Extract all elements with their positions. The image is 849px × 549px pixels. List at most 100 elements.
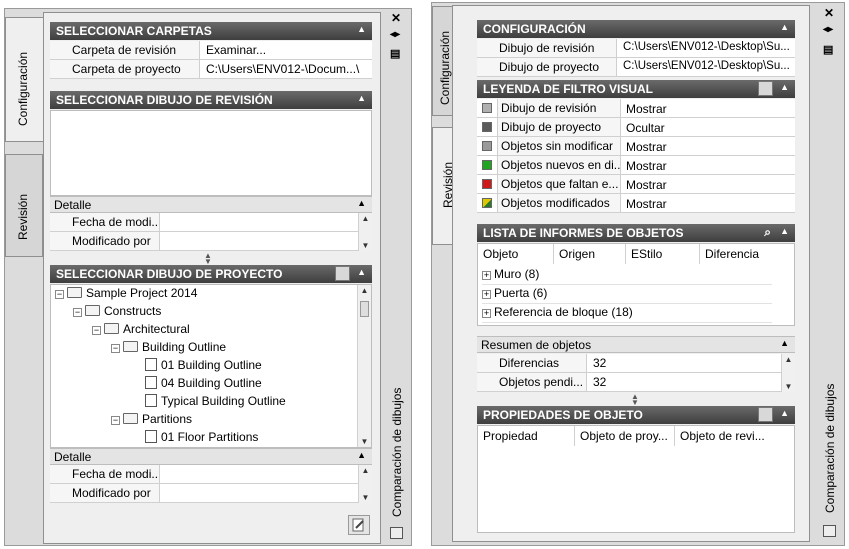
tree-node[interactable]: Typical Building Outline xyxy=(145,394,286,412)
tab-revision-left[interactable]: Revisión xyxy=(5,154,43,257)
collapse-icon[interactable]: ▲ xyxy=(780,338,789,348)
select-folders-section: SELECCIONAR CARPETAS ▲ Carpeta de revisi… xyxy=(50,22,372,82)
collapse-node-icon[interactable]: − xyxy=(55,290,64,299)
column-header-style[interactable]: EStilo xyxy=(626,244,700,264)
collapse-node-icon[interactable]: − xyxy=(111,416,120,425)
collapse-node-icon[interactable]: − xyxy=(73,308,82,317)
tree-node[interactable]: 04 Building Outline xyxy=(145,376,262,394)
legend-row-missing-objects[interactable]: Objetos que faltan e... Mostrar xyxy=(477,175,795,194)
visual-filter-legend-section: LEYENDA DE FILTRO VISUAL ▲ Dibujo de rev… xyxy=(477,80,795,220)
filter-icon[interactable] xyxy=(335,266,350,281)
expand-node-icon[interactable]: + xyxy=(482,309,491,318)
compare-icon[interactable] xyxy=(348,515,370,535)
project-tree[interactable]: − Sample Project 2014 − Constructs − Archit… xyxy=(50,284,372,448)
column-header-revision-object[interactable]: Objeto de revi... xyxy=(675,426,793,446)
detail-subheader[interactable]: Detalle ▲ xyxy=(50,196,372,213)
collapse-icon[interactable]: ▲ xyxy=(357,198,366,208)
properties-menu-icon[interactable]: ▤ xyxy=(823,43,833,56)
zoom-icon[interactable]: ⌕ xyxy=(764,225,771,240)
collapse-icon[interactable]: ▲ xyxy=(357,93,366,103)
tree-node[interactable]: − Constructs xyxy=(73,304,161,322)
legend-row-unmodified[interactable]: Objetos sin modificar Mostrar xyxy=(477,137,795,156)
scroll-down-icon[interactable]: ▼ xyxy=(782,382,795,391)
column-header-origin[interactable]: Origen xyxy=(554,244,626,264)
close-icon[interactable]: ✕ xyxy=(391,11,401,25)
auto-hide-icon[interactable]: ◂▸ xyxy=(823,24,833,35)
collapse-icon[interactable]: ▲ xyxy=(357,24,366,34)
splitter-grip-icon[interactable]: ▲ ▼ xyxy=(204,252,212,266)
drawing-file-icon xyxy=(145,376,157,389)
object-properties-table: Propiedad Objeto de proy... Objeto de re… xyxy=(477,425,795,533)
collapse-node-icon[interactable]: − xyxy=(92,326,101,335)
palette-title: Comparación de dibujos xyxy=(823,383,837,513)
property-row-modified-by[interactable]: Modificado por xyxy=(50,232,358,251)
column-header-property[interactable]: Propiedad xyxy=(478,426,575,446)
expand-node-icon[interactable]: + xyxy=(482,290,491,299)
collapse-icon[interactable]: ▲ xyxy=(780,226,789,236)
tab-configuracion-left[interactable]: Configuración xyxy=(5,17,45,142)
expand-node-icon[interactable]: + xyxy=(482,271,491,280)
legend-settings-icon[interactable] xyxy=(758,81,773,96)
tree-node[interactable]: − Partitions xyxy=(111,412,192,430)
collapse-icon[interactable]: ▲ xyxy=(780,408,789,418)
object-properties-header[interactable]: PROPIEDADES DE OBJETO ▲ xyxy=(477,406,795,424)
tree-scrollbar[interactable]: ▲ ▼ xyxy=(357,285,371,447)
property-row-modified-by[interactable]: Modificado por xyxy=(50,484,358,503)
scroll-down-icon[interactable]: ▼ xyxy=(359,241,372,250)
object-report-header[interactable]: LISTA DE INFORMES DE OBJETOS ⌕ ▲ xyxy=(477,224,795,242)
property-row-modified-date[interactable]: Fecha de modi... xyxy=(50,465,358,484)
collapse-node-icon[interactable]: − xyxy=(111,344,120,353)
collapse-icon[interactable]: ▲ xyxy=(357,450,366,460)
summary-subheader[interactable]: Resumen de objetos ▲ xyxy=(477,336,795,353)
left-palette-title-strip[interactable]: ✕ ◂▸ ▤ Comparación de dibujos xyxy=(384,9,411,545)
column-header-project-object[interactable]: Objeto de proy... xyxy=(575,426,675,446)
scroll-up-icon[interactable]: ▲ xyxy=(359,466,372,475)
property-row-revision-folder[interactable]: Carpeta de revisión Examinar... xyxy=(50,41,372,60)
list-item[interactable]: + Puerta (6) xyxy=(482,286,772,304)
list-item[interactable]: + Referencia de bloque (18) xyxy=(482,305,772,323)
scroll-up-icon[interactable]: ▲ xyxy=(358,286,371,295)
detail-scrollbar[interactable]: ▲ ▼ xyxy=(358,213,372,251)
scroll-thumb[interactable] xyxy=(360,301,369,317)
property-row-modified-date[interactable]: Fecha de modi... xyxy=(50,213,358,232)
revision-drawing-list[interactable] xyxy=(50,110,372,196)
collapse-icon[interactable]: ▲ xyxy=(780,82,789,92)
auto-hide-icon[interactable]: ◂▸ xyxy=(390,29,400,40)
tree-node[interactable]: 01 Building Outline xyxy=(145,358,262,376)
legend-row-new-objects[interactable]: Objetos nuevos en di... Mostrar xyxy=(477,156,795,175)
collapse-icon[interactable]: ▲ xyxy=(780,22,789,32)
detail-scrollbar[interactable]: ▲ ▼ xyxy=(358,465,372,503)
splitter-grip-icon[interactable]: ▲ ▼ xyxy=(631,393,639,407)
palette-settings-icon[interactable] xyxy=(390,527,403,539)
right-palette-title-strip[interactable]: ✕ ◂▸ ▤ Comparación de dibujos xyxy=(816,3,844,545)
filter-properties-icon[interactable] xyxy=(758,407,773,422)
scroll-down-icon[interactable]: ▼ xyxy=(359,493,372,502)
column-header-object[interactable]: Objeto xyxy=(478,244,554,264)
legend-row-project-drawing[interactable]: Dibujo de proyecto Ocultar xyxy=(477,118,795,137)
properties-menu-icon[interactable]: ▤ xyxy=(390,47,400,60)
legend-header[interactable]: LEYENDA DE FILTRO VISUAL ▲ xyxy=(477,80,795,98)
select-project-header[interactable]: SELECCIONAR DIBUJO DE PROYECTO ▲ xyxy=(50,265,372,283)
tree-node[interactable]: − Building Outline xyxy=(111,340,226,358)
configuration-header[interactable]: CONFIGURACIÓN ▲ xyxy=(477,20,795,38)
property-row-project-folder[interactable]: Carpeta de proyecto C:\Users\ENV012-\Doc… xyxy=(50,60,372,79)
column-header-difference[interactable]: Diferencia xyxy=(700,244,794,264)
property-row-project-drawing[interactable]: Dibujo de proyecto C:\Users\ENV012-\Desk… xyxy=(477,58,795,77)
tree-node[interactable]: − Sample Project 2014 xyxy=(55,286,197,304)
tree-node[interactable]: 01 Floor Partitions xyxy=(145,430,258,447)
select-folders-header[interactable]: SELECCIONAR CARPETAS ▲ xyxy=(50,22,372,40)
legend-row-revision-drawing[interactable]: Dibujo de revisión Mostrar xyxy=(477,99,795,118)
list-item[interactable]: + Muro (8) xyxy=(482,267,772,285)
scroll-up-icon[interactable]: ▲ xyxy=(782,355,795,364)
property-row-revision-drawing[interactable]: Dibujo de revisión C:\Users\ENV012-\Desk… xyxy=(477,39,795,58)
tree-node[interactable]: − Architectural xyxy=(92,322,190,340)
summary-scrollbar[interactable]: ▲ ▼ xyxy=(781,354,795,392)
select-revision-header[interactable]: SELECCIONAR DIBUJO DE REVISIÓN ▲ xyxy=(50,91,372,109)
detail-subheader[interactable]: Detalle ▲ xyxy=(50,448,372,465)
scroll-up-icon[interactable]: ▲ xyxy=(359,214,372,223)
scroll-down-icon[interactable]: ▼ xyxy=(358,437,371,446)
close-icon[interactable]: ✕ xyxy=(824,6,834,20)
legend-row-modified-objects[interactable]: Objetos modificados Mostrar xyxy=(477,194,795,213)
palette-settings-icon[interactable] xyxy=(823,525,836,537)
collapse-icon[interactable]: ▲ xyxy=(357,267,366,277)
